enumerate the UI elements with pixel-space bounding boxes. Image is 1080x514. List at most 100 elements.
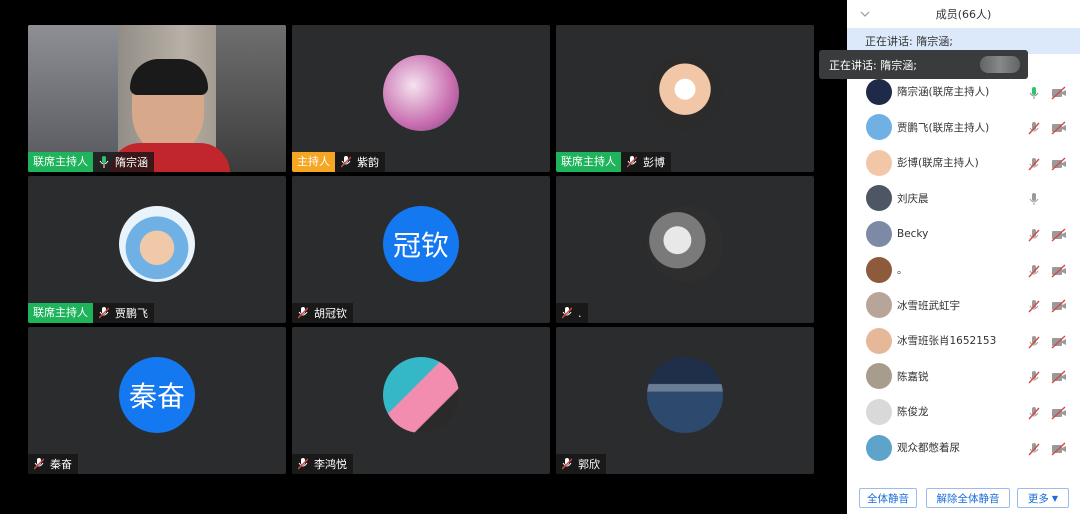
member-row[interactable]: 陈嘉锐	[847, 359, 1080, 394]
member-row[interactable]: 刘庆晨	[847, 181, 1080, 216]
avatar	[119, 206, 195, 282]
video-tile-6[interactable]: .	[556, 176, 814, 323]
member-name: 。	[897, 264, 908, 276]
mic-muted-icon[interactable]	[1027, 369, 1041, 384]
camera-off-icon[interactable]	[1051, 85, 1067, 100]
panel-header: 成员(66人)	[847, 0, 1080, 29]
video-tile-9[interactable]: 郭欣	[556, 327, 814, 474]
video-tile-3[interactable]: 联席主持人 彭博	[556, 25, 814, 172]
mic-muted-icon[interactable]	[1027, 298, 1041, 313]
video-tile-4[interactable]: 联席主持人 贾鹏飞	[28, 176, 286, 323]
member-row[interactable]: Becky	[847, 216, 1080, 251]
member-name: 陈嘉锐	[897, 370, 929, 383]
member-avatar	[866, 78, 892, 105]
mic-muted-icon[interactable]	[1027, 405, 1041, 420]
more-label: 更多	[1027, 492, 1049, 505]
nameplate: 联席主持人 彭博	[556, 152, 671, 172]
mic-icon[interactable]	[1027, 191, 1041, 206]
avatar	[383, 55, 459, 131]
mic-muted-icon	[560, 306, 574, 320]
chevron-down-icon[interactable]	[859, 8, 871, 20]
member-row[interactable]: 观众都憋着尿	[847, 430, 1080, 465]
mic-muted-icon[interactable]	[1027, 263, 1041, 277]
nameplate: 秦奋	[28, 454, 78, 474]
member-row[interactable]: 。	[847, 252, 1080, 287]
nameplate: 郭欣	[556, 454, 606, 474]
camera-off-icon[interactable]	[1051, 334, 1067, 349]
speaking-tooltip: 正在讲话: 隋宗涵;	[819, 50, 1028, 79]
mic-muted-icon	[625, 155, 639, 169]
more-button[interactable]: 更多 ▼	[1017, 488, 1069, 508]
member-name: 观众都憋着尿	[897, 442, 960, 454]
participant-video	[28, 25, 286, 172]
participant-name: 李鸿悦	[314, 458, 347, 471]
panel-title: 成员(66人)	[935, 8, 992, 21]
mic-muted-icon[interactable]	[1027, 156, 1041, 171]
member-name: 陈俊龙	[897, 406, 929, 419]
participant-name: 郭欣	[578, 458, 600, 471]
member-avatar	[866, 292, 892, 319]
video-tile-8[interactable]: 李鸿悦	[292, 327, 550, 474]
participant-name: 紫韵	[357, 156, 379, 169]
member-avatar	[866, 434, 892, 461]
member-name: 彭博(联席主持人)	[897, 157, 979, 170]
mic-muted-icon	[296, 306, 310, 320]
mic-muted-icon[interactable]	[1027, 441, 1041, 455]
camera-off-icon[interactable]	[1051, 227, 1067, 242]
member-name: 冰雪班张肖1652153	[897, 335, 997, 348]
camera-off-icon[interactable]	[1051, 405, 1067, 420]
mic-muted-icon	[339, 155, 353, 169]
member-row[interactable]: 彭博(联席主持人)	[847, 145, 1080, 180]
video-grid: 联席主持人 隋宗涵 主持人 紫韵 联席主持人 彭博 联席主持人 贾鹏飞 冠钦 胡…	[0, 0, 847, 514]
mic-muted-icon[interactable]	[1027, 334, 1041, 349]
participant-name: 贾鹏飞	[115, 307, 148, 320]
member-avatar	[866, 114, 892, 141]
camera-off-icon[interactable]	[1051, 298, 1067, 313]
nameplate: 联席主持人 隋宗涵	[28, 152, 154, 172]
camera-off-icon[interactable]	[1051, 156, 1067, 171]
video-tile-1[interactable]: 联席主持人 隋宗涵	[28, 25, 286, 172]
avatar-initials: 秦奋	[119, 357, 195, 433]
avatar-initials: 冠钦	[383, 206, 459, 282]
member-row[interactable]: 陈俊龙	[847, 394, 1080, 429]
camera-off-icon[interactable]	[1051, 120, 1067, 135]
member-row[interactable]: 隋宗涵(联席主持人)	[847, 74, 1080, 109]
member-avatar	[866, 256, 892, 283]
avatar	[383, 357, 459, 433]
role-badge: 联席主持人	[556, 152, 621, 172]
video-tile-5[interactable]: 冠钦 胡冠钦	[292, 176, 550, 323]
member-avatar	[866, 363, 892, 390]
participant-name: 秦奋	[50, 458, 72, 471]
unmute-all-button[interactable]: 解除全体静音	[926, 488, 1010, 508]
mic-on-icon[interactable]	[1027, 85, 1041, 99]
member-name: 刘庆晨	[897, 192, 929, 205]
member-name: 隋宗涵(联席主持人)	[897, 86, 990, 98]
member-name: Becky	[897, 227, 929, 240]
mute-all-button[interactable]: 全体静音	[859, 488, 917, 508]
member-avatar	[866, 398, 892, 425]
video-tile-7[interactable]: 秦奋 秦奋	[28, 327, 286, 474]
camera-off-icon[interactable]	[1051, 263, 1067, 278]
role-badge: 联席主持人	[28, 303, 93, 323]
mic-muted-icon[interactable]	[1027, 120, 1041, 135]
role-badge: 主持人	[292, 152, 335, 172]
camera-off-icon[interactable]	[1051, 441, 1067, 456]
mic-muted-icon[interactable]	[1027, 227, 1041, 242]
member-name: 冰雪班武虹宇	[897, 299, 960, 312]
avatar	[647, 206, 723, 282]
camera-off-icon[interactable]	[1051, 369, 1067, 384]
avatar	[647, 357, 723, 433]
tooltip-text: 正在讲话: 隋宗涵;	[829, 58, 917, 72]
avatar	[647, 55, 723, 131]
nameplate: .	[556, 303, 588, 323]
member-row[interactable]: 冰雪班张肖1652153	[847, 323, 1080, 358]
mic-muted-icon	[560, 457, 574, 471]
member-row[interactable]: 贾鹏飞(联席主持人)	[847, 110, 1080, 145]
video-tile-2[interactable]: 主持人 紫韵	[292, 25, 550, 172]
nameplate: 李鸿悦	[292, 454, 353, 474]
mic-muted-icon	[97, 306, 111, 320]
member-name: 贾鹏飞(联席主持人)	[897, 121, 990, 134]
caret-down-icon: ▼	[1051, 493, 1059, 503]
member-row[interactable]: 冰雪班武虹宇	[847, 288, 1080, 323]
nameplate: 胡冠钦	[292, 303, 353, 323]
